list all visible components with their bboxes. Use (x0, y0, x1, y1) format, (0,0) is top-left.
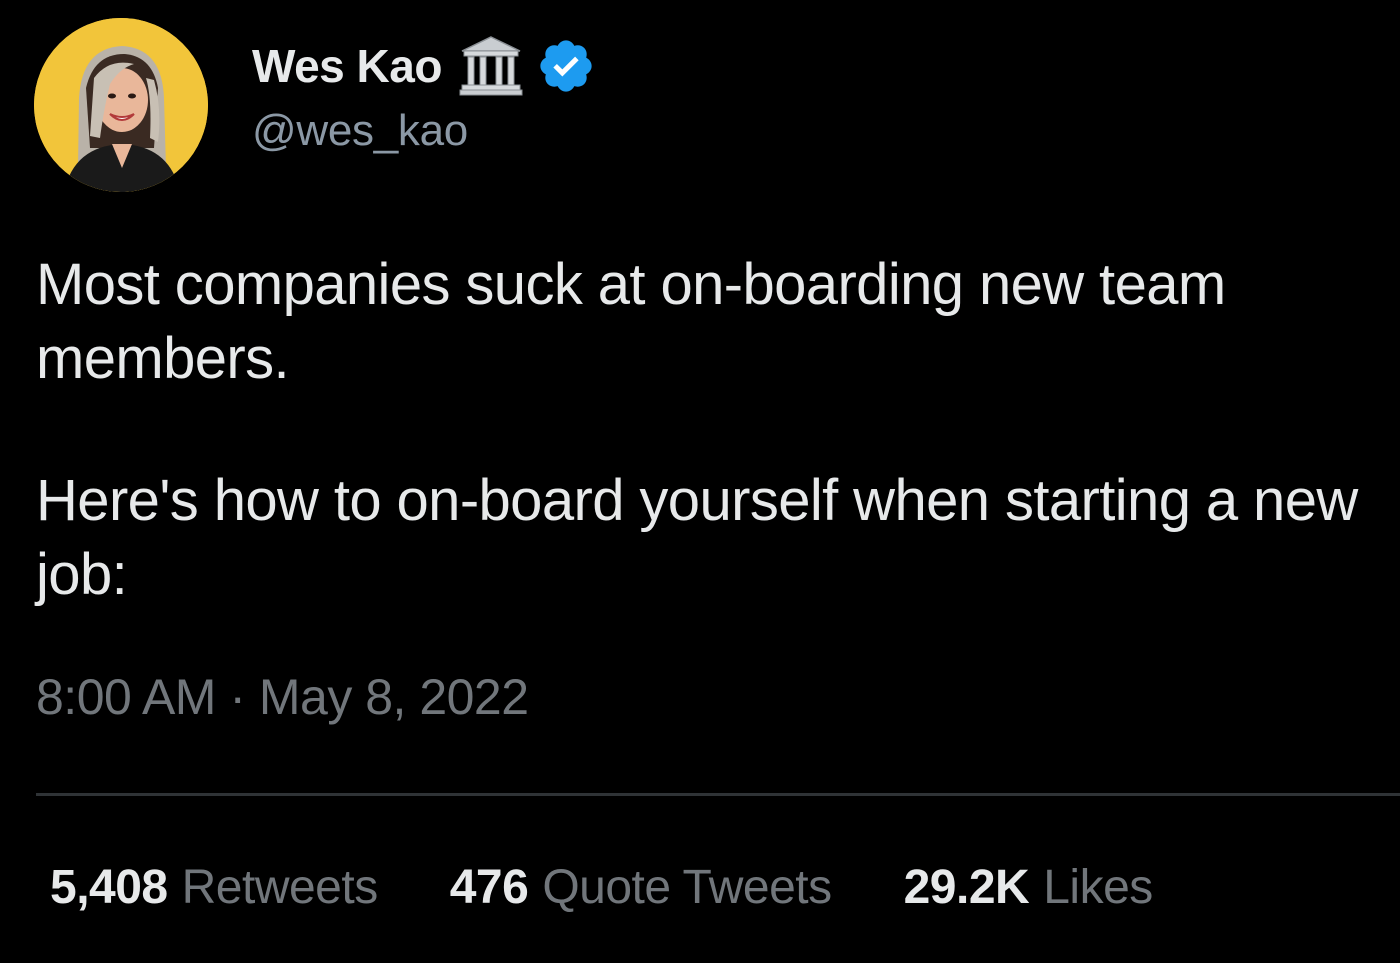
likes-label: Likes (1043, 861, 1153, 914)
likes-count: 29.2K (903, 861, 1030, 914)
author-display-name[interactable]: Wes Kao (252, 39, 442, 93)
classical-building-icon[interactable] (458, 35, 524, 97)
tweet-text: Most companies suck at on-boarding new t… (36, 248, 1386, 612)
quote-tweets-label: Quote Tweets (542, 861, 832, 914)
author-name-row: Wes Kao (252, 36, 596, 96)
quote-tweets-stat[interactable]: 476 Quote Tweets (450, 860, 832, 915)
tweet-paragraph: Here's how to on-board yourself when sta… (36, 468, 1358, 607)
divider (36, 793, 1400, 796)
quote-tweets-count: 476 (449, 861, 529, 914)
engagement-stats: 5,408 Retweets 476 Quote Tweets 29.2K Li… (50, 860, 1225, 915)
retweets-label: Retweets (181, 861, 379, 914)
author-block: Wes Kao @wes_kao (252, 36, 596, 156)
avatar[interactable] (34, 18, 208, 192)
verified-badge-icon[interactable] (536, 36, 596, 96)
likes-stat[interactable]: 29.2K Likes (903, 860, 1154, 915)
author-handle[interactable]: @wes_kao (252, 106, 596, 156)
tweet: Wes Kao @wes_kao Most companies suck at … (0, 0, 1400, 963)
retweets-stat[interactable]: 5,408 Retweets (50, 860, 378, 915)
tweet-timestamp[interactable]: 8:00 AM · May 8, 2022 (36, 668, 529, 726)
tweet-paragraph: Most companies suck at on-boarding new t… (36, 252, 1226, 391)
retweets-count: 5,408 (50, 861, 168, 914)
